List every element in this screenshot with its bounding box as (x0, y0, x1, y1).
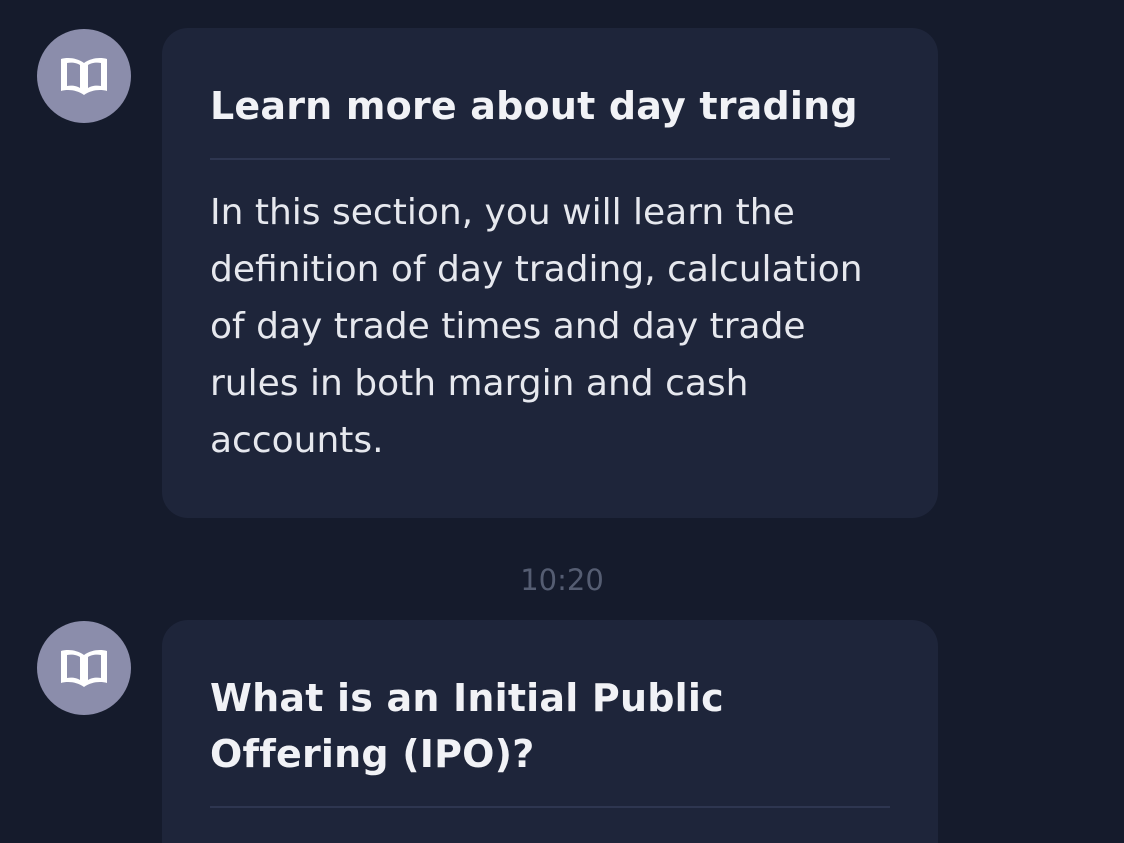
message-title: Learn more about day trading (210, 84, 858, 128)
message-feed: Learn more about day trading In this sec… (0, 0, 1124, 843)
message-body: In this section, you will learn the defi… (210, 192, 863, 461)
message-avatar (37, 29, 131, 123)
message-avatar (37, 621, 131, 715)
message-title: What is an Initial Public Offering (IPO)… (210, 676, 724, 776)
message-card[interactable]: Learn more about day trading In this sec… (162, 28, 938, 518)
message-card[interactable]: What is an Initial Public Offering (IPO)… (162, 620, 938, 843)
message-timestamp: 10:20 (520, 563, 604, 597)
open-book-icon (61, 58, 107, 95)
message-divider (210, 806, 890, 808)
open-book-icon (61, 650, 107, 687)
